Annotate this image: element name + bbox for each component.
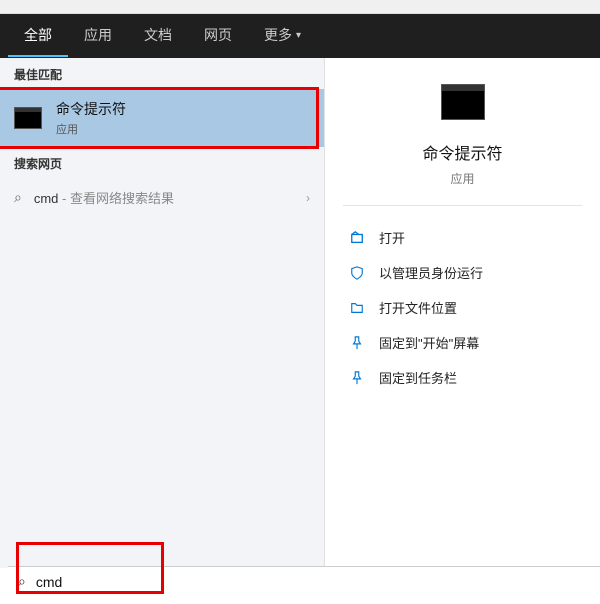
pin-icon bbox=[349, 370, 365, 386]
actions-list: 打开 以管理员身份运行 打开文件位置 固定到"开始"屏幕 bbox=[325, 220, 600, 395]
web-result-left: ⌕ cmd - 查看网络搜索结果 bbox=[14, 188, 174, 207]
command-prompt-icon-large bbox=[441, 84, 485, 120]
preview-panel: 命令提示符 应用 打开 以管理员身份运行 打开文件位置 bbox=[325, 58, 600, 568]
divider bbox=[343, 205, 582, 206]
open-icon bbox=[349, 230, 365, 246]
search-icon: ⌕ bbox=[18, 573, 26, 590]
result-subtitle: 应用 bbox=[56, 121, 126, 137]
action-pin-start-label: 固定到"开始"屏幕 bbox=[379, 333, 479, 352]
tab-more[interactable]: 更多 ▾ bbox=[248, 15, 317, 57]
preview-header: 命令提示符 应用 bbox=[325, 58, 600, 205]
results-left-panel: 最佳匹配 命令提示符 应用 搜索网页 ⌕ cmd - 查看网络搜索结果 › bbox=[0, 58, 325, 568]
tab-more-label: 更多 bbox=[264, 25, 292, 45]
preview-title: 命令提示符 bbox=[422, 140, 502, 164]
search-input[interactable] bbox=[36, 574, 590, 590]
result-title: 命令提示符 bbox=[56, 99, 126, 119]
action-open-location[interactable]: 打开文件位置 bbox=[339, 290, 586, 325]
chevron-right-icon: › bbox=[306, 191, 310, 205]
tab-apps[interactable]: 应用 bbox=[68, 15, 128, 57]
best-match-header: 最佳匹配 bbox=[0, 58, 324, 89]
best-match-result[interactable]: 命令提示符 应用 bbox=[0, 89, 324, 147]
tab-docs[interactable]: 文档 bbox=[128, 15, 188, 57]
action-open-label: 打开 bbox=[379, 228, 405, 247]
folder-icon bbox=[349, 300, 365, 316]
annotation-highlight bbox=[0, 87, 319, 149]
command-prompt-icon bbox=[14, 107, 42, 129]
action-run-admin[interactable]: 以管理员身份运行 bbox=[339, 255, 586, 290]
result-text: 命令提示符 应用 bbox=[56, 99, 126, 137]
action-pin-taskbar[interactable]: 固定到任务栏 bbox=[339, 360, 586, 395]
chevron-down-icon: ▾ bbox=[296, 30, 301, 41]
shield-icon bbox=[349, 265, 365, 281]
preview-subtitle: 应用 bbox=[450, 170, 474, 187]
action-pin-taskbar-label: 固定到任务栏 bbox=[379, 368, 457, 387]
truncated-window-edge bbox=[0, 0, 600, 14]
action-open[interactable]: 打开 bbox=[339, 220, 586, 255]
search-bar-container: ⌕ bbox=[8, 566, 600, 596]
pin-icon bbox=[349, 335, 365, 351]
tab-web[interactable]: 网页 bbox=[188, 15, 248, 57]
search-icon: ⌕ bbox=[14, 189, 22, 206]
action-pin-start[interactable]: 固定到"开始"屏幕 bbox=[339, 325, 586, 360]
search-tabs-bar: 全部 应用 文档 网页 更多 ▾ bbox=[0, 14, 600, 58]
search-web-header: 搜索网页 bbox=[0, 147, 324, 178]
action-run-admin-label: 以管理员身份运行 bbox=[379, 263, 483, 282]
search-bar[interactable]: ⌕ bbox=[8, 566, 600, 596]
tab-all[interactable]: 全部 bbox=[8, 15, 68, 57]
web-query: cmd bbox=[34, 191, 59, 206]
web-search-result[interactable]: ⌕ cmd - 查看网络搜索结果 › bbox=[0, 178, 324, 217]
search-results-area: 最佳匹配 命令提示符 应用 搜索网页 ⌕ cmd - 查看网络搜索结果 › 命令… bbox=[0, 58, 600, 568]
action-open-location-label: 打开文件位置 bbox=[379, 298, 457, 317]
web-suffix: - 查看网络搜索结果 bbox=[58, 191, 174, 206]
web-result-text: cmd - 查看网络搜索结果 bbox=[34, 188, 174, 207]
